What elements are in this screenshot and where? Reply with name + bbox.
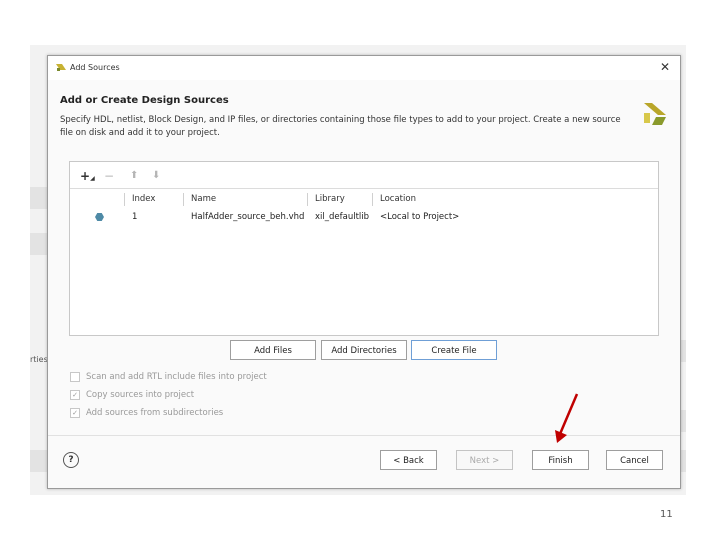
checkbox-checked[interactable]: ✓ (70, 390, 80, 400)
toolbar-divider (70, 188, 658, 189)
column-header-library[interactable]: Library (309, 192, 345, 207)
back-button[interactable]: < Back (380, 450, 437, 470)
remove-source-button[interactable]: − (104, 169, 114, 183)
arrow-down-icon: ⬇ (152, 170, 161, 181)
next-button[interactable]: Next > (456, 450, 513, 470)
add-directories-button[interactable]: Add Directories (321, 340, 407, 360)
arrow-up-icon: ⬆ (130, 170, 139, 181)
column-divider (183, 193, 184, 206)
option-add-subdirectories[interactable]: ✓ Add sources from subdirectories (70, 408, 223, 419)
checkbox-checked[interactable]: ✓ (70, 408, 80, 418)
dialog-title: Add Sources (70, 63, 120, 72)
footer-divider (48, 435, 680, 436)
help-icon[interactable]: ? (63, 452, 79, 468)
column-divider (124, 193, 125, 206)
option-scan-rtl[interactable]: Scan and add RTL include files into proj… (70, 372, 267, 383)
background-side-label: rties (30, 355, 48, 364)
minus-icon: − (104, 169, 115, 183)
finish-button[interactable]: Finish (532, 450, 589, 470)
vhdl-file-icon (95, 213, 104, 221)
cancel-button[interactable]: Cancel (606, 450, 663, 470)
cell-index: 1 (132, 212, 138, 222)
annotation-arrow-icon (555, 393, 579, 443)
app-logo-icon (56, 64, 66, 71)
column-divider (307, 193, 308, 206)
page-title: Add or Create Design Sources (60, 95, 229, 106)
background-strip (30, 450, 48, 472)
close-icon[interactable]: ✕ (660, 60, 670, 74)
option-label: Add sources from subdirectories (86, 408, 224, 418)
slide-page-number: 11 (660, 509, 673, 520)
add-sources-dialog: Add Sources ✕ Add or Create Design Sourc… (47, 55, 681, 489)
cell-location: <Local to Project> (380, 212, 460, 222)
column-divider (372, 193, 373, 206)
dialog-titlebar: Add Sources ✕ (48, 56, 680, 80)
option-copy-sources[interactable]: ✓ Copy sources into project (70, 390, 194, 401)
move-down-button[interactable]: ⬇ (152, 170, 160, 181)
dropdown-indicator-icon: ◢ (90, 175, 95, 182)
column-header-index[interactable]: Index (126, 192, 155, 207)
option-label: Scan and add RTL include files into proj… (86, 372, 267, 382)
source-files-panel: +◢ − ⬆ ⬇ Index Name Library Location 1 H… (69, 161, 659, 336)
create-file-button[interactable]: Create File (411, 340, 497, 360)
plus-icon: + (80, 169, 91, 183)
column-header-location[interactable]: Location (374, 192, 416, 207)
add-source-button[interactable]: +◢ (80, 169, 95, 183)
background-strip (30, 187, 48, 209)
background-strip (30, 233, 48, 255)
vivado-logo-icon (644, 103, 666, 125)
table-header: Index Name Library Location (70, 192, 658, 209)
checkbox-unchecked[interactable] (70, 372, 80, 382)
move-up-button[interactable]: ⬆ (130, 170, 138, 181)
cell-library: xil_defaultlib (315, 212, 370, 222)
column-header-name[interactable]: Name (185, 192, 216, 207)
add-files-button[interactable]: Add Files (230, 340, 316, 360)
cell-name: HalfAdder_source_beh.vhd (191, 212, 305, 222)
option-label: Copy sources into project (86, 390, 195, 400)
page-description: Specify HDL, netlist, Block Design, and … (60, 115, 621, 138)
table-row[interactable]: 1 HalfAdder_source_beh.vhd xil_defaultli… (70, 209, 658, 225)
